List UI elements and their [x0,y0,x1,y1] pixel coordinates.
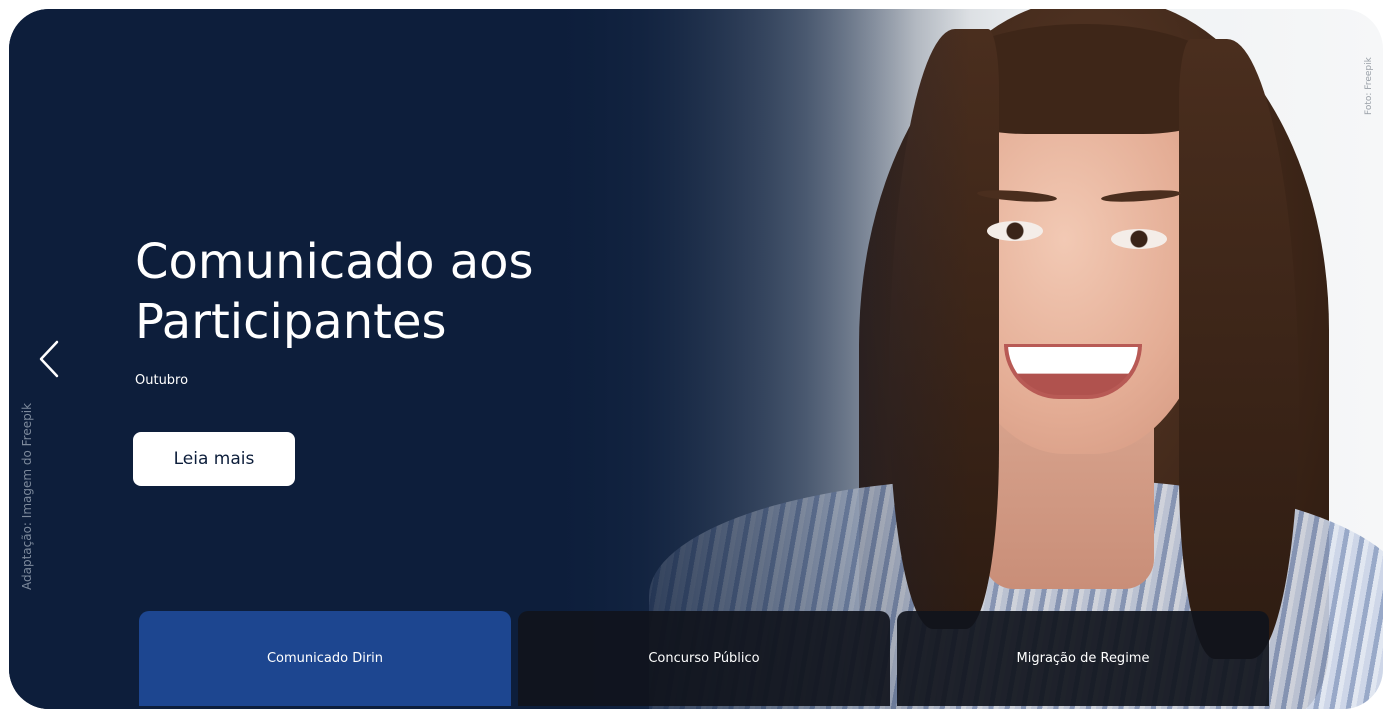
tab-migracao-de-regime[interactable]: Migração de Regime [897,611,1269,706]
image-credit-side: Adaptação: Imagem do Freepik [20,402,34,590]
hero-subtitle: Outubro [135,373,189,388]
image-credit-top: Foto: Freepik [1364,57,1374,115]
hero-title: Comunicado aos Participantes [135,234,534,350]
chevron-left-icon [39,340,59,378]
tab-comunicado-dirin[interactable]: Comunicado Dirin [139,611,511,706]
hero-gradient-overlay [9,9,1383,709]
read-more-button[interactable]: Leia mais [133,432,295,486]
tab-concurso-publico[interactable]: Concurso Público [518,611,890,706]
hero-banner [9,9,1383,709]
carousel-tabs: Comunicado Dirin Concurso Público Migraç… [139,611,1269,706]
carousel-prev-button[interactable] [34,336,64,382]
